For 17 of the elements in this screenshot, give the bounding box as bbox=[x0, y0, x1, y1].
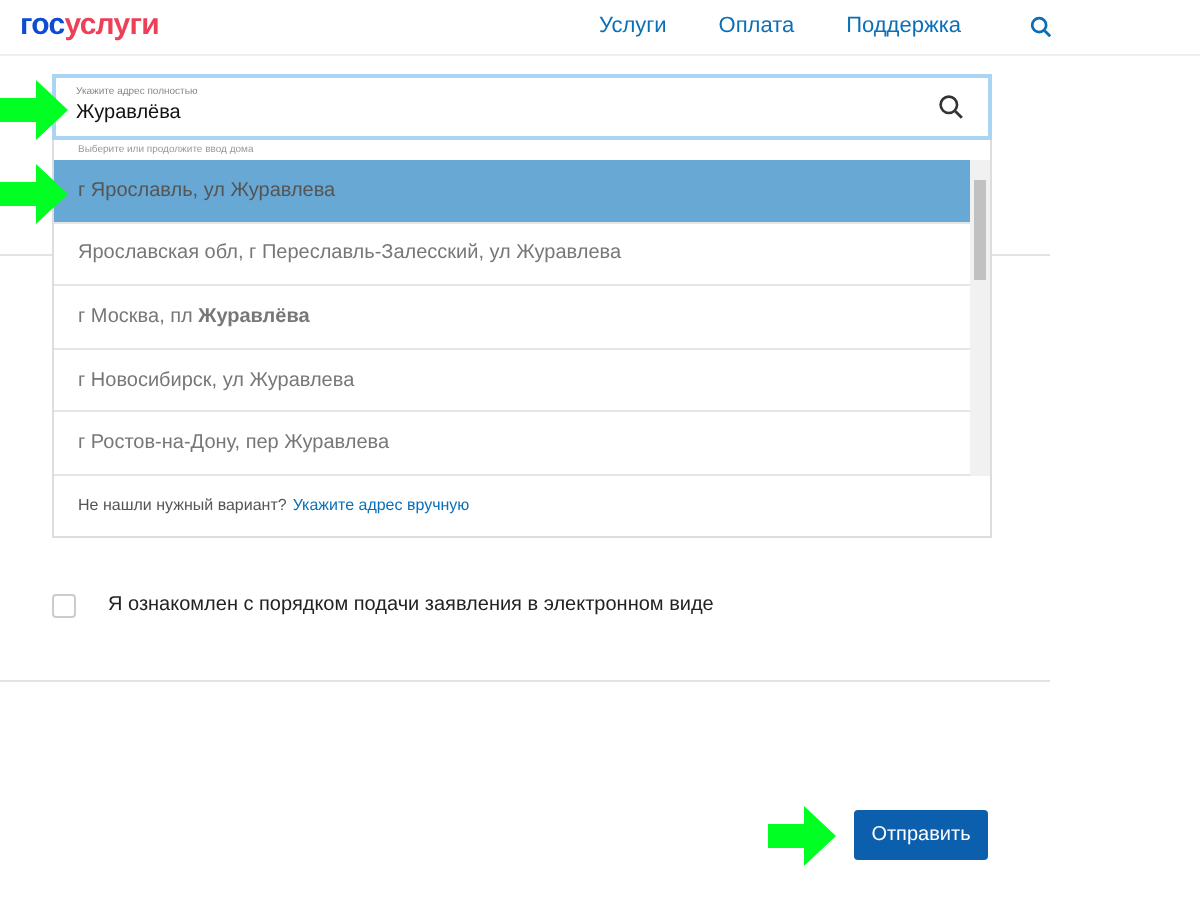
submit-button[interactable]: Отправить bbox=[854, 810, 988, 860]
manual-address-link[interactable]: Укажите адрес вручную bbox=[292, 493, 470, 518]
arrow-icon bbox=[768, 806, 836, 866]
logo[interactable]: госуслуги bbox=[20, 4, 159, 50]
suggestion-item[interactable]: г Ярославль, ул Журавлева bbox=[54, 160, 970, 224]
nav-link[interactable]: Поддержка bbox=[846, 10, 961, 44]
field-value: Журавлёва bbox=[76, 100, 183, 128]
search-icon[interactable] bbox=[938, 94, 964, 120]
checkbox-label: Я ознакомлен с порядком подачи заявления в электронном виде bbox=[108, 592, 714, 620]
suggestion-item[interactable]: Ярославская обл, г Переславль-Залесский, ул Журавлева bbox=[54, 223, 970, 287]
nav-link[interactable]: Услуги bbox=[598, 10, 667, 44]
checkbox[interactable] bbox=[52, 593, 76, 617]
nav-link[interactable]: Оплата bbox=[718, 10, 795, 44]
not-found-text: Не нашли нужный вариант? bbox=[78, 493, 287, 518]
scrollbar[interactable] bbox=[970, 160, 990, 476]
arrow-icon bbox=[0, 80, 68, 140]
arrow-icon bbox=[0, 164, 68, 224]
